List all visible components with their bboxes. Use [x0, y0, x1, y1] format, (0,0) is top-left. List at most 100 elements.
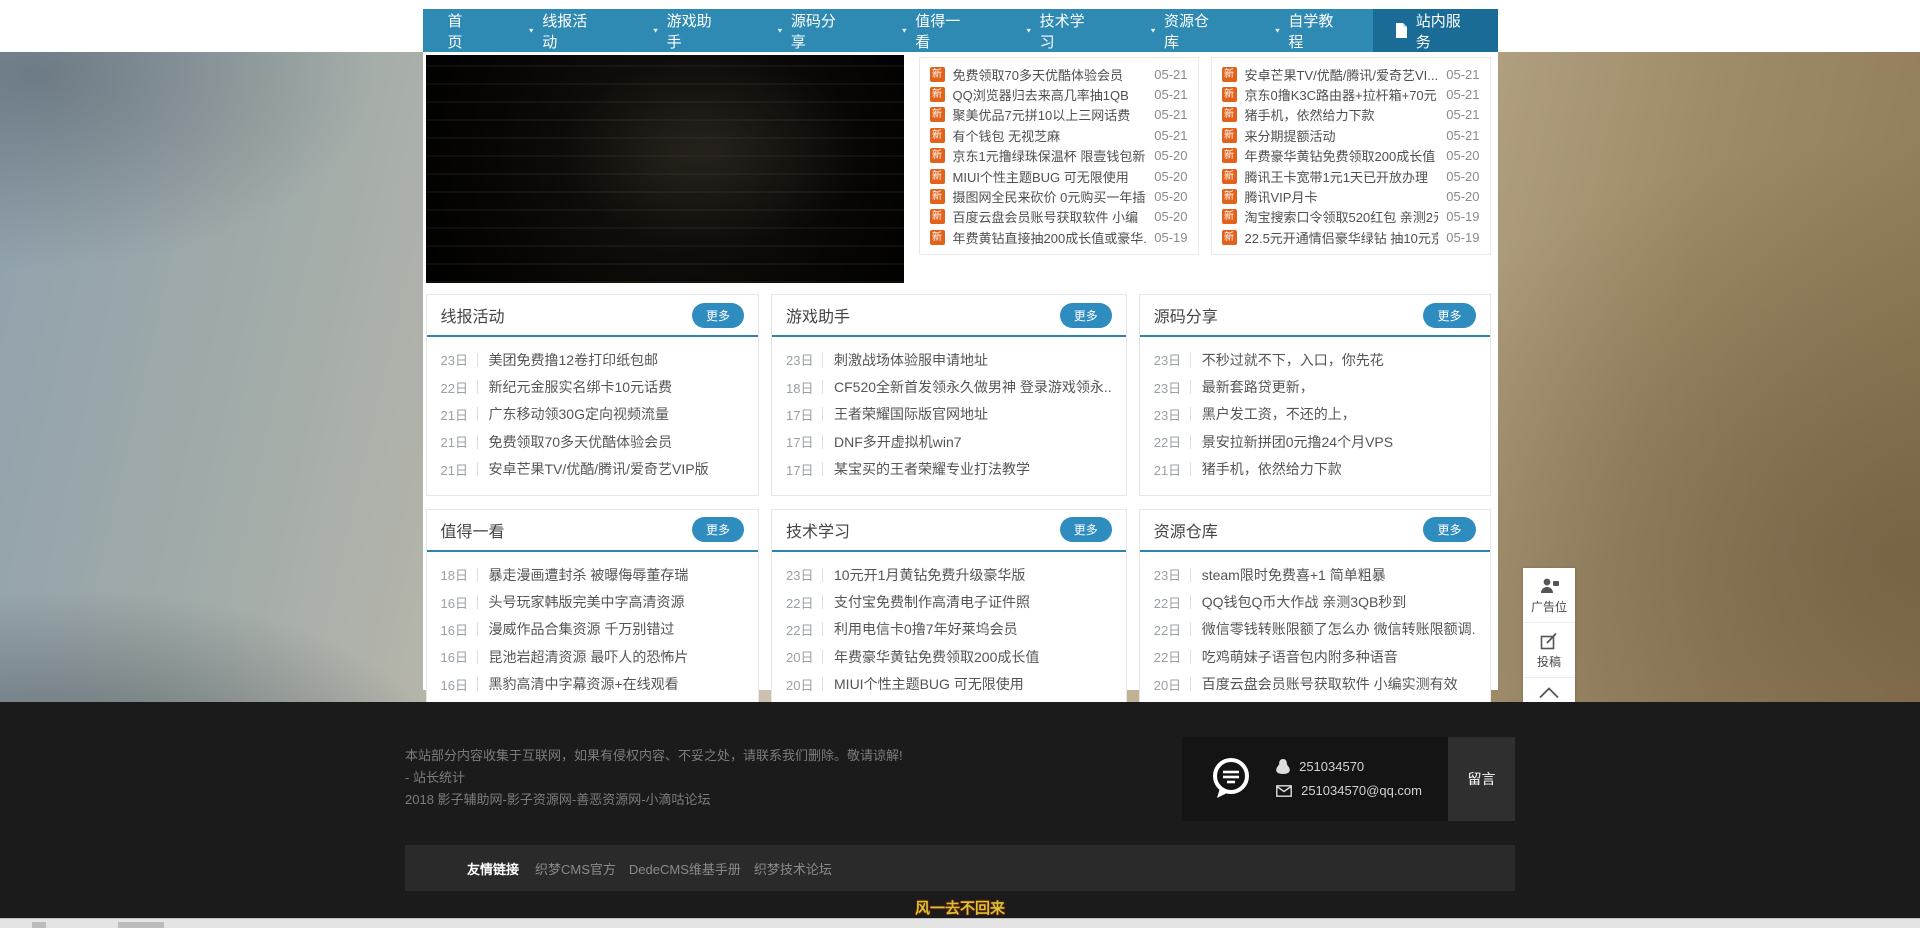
divider — [477, 353, 478, 367]
item-link[interactable]: 黑豹高清中字幕资源+在线观看 — [489, 674, 745, 694]
news-date: 05-21 — [1446, 128, 1479, 143]
news-link[interactable]: 猪手机，依然给力下款 — [1245, 105, 1439, 124]
item-link[interactable]: 免费领取70多天优酷体验会员 — [489, 432, 745, 452]
news-link[interactable]: 来分期提额活动 — [1245, 126, 1439, 145]
new-badge-icon: 新 — [930, 87, 945, 102]
news-link[interactable]: QQ浏览器归去来高几率抽1QB — [953, 85, 1147, 104]
nav-item-0[interactable]: 首页 — [423, 9, 503, 52]
news-item: 新MIUI个性主题BUG 可无限使用05-20 — [930, 166, 1188, 186]
item-link[interactable]: 最新套路贷更新， — [1202, 377, 1476, 397]
news-link[interactable]: 淘宝搜索口令领取520红包 亲测2元 — [1245, 207, 1439, 226]
item-link[interactable]: 王者荣耀国际版官网地址 — [834, 404, 1112, 424]
new-badge-icon: 新 — [930, 230, 945, 245]
item-link[interactable]: steam限时免费喜+1 简单粗暴 — [1202, 565, 1476, 585]
nav-item-3[interactable]: ▼源码分享 — [751, 9, 875, 52]
nav-item-5[interactable]: ▼技术学习 — [1000, 9, 1124, 52]
nav-item-site-service[interactable]: 站内服务 — [1373, 9, 1498, 52]
item-link[interactable]: 黑户发工资，不还的上， — [1202, 404, 1476, 424]
news-link[interactable]: 年费豪华黄钻免费领取200成长值 — [1245, 146, 1439, 165]
more-button[interactable]: 更多 — [1423, 303, 1475, 328]
item-link[interactable]: 漫威作品合集资源 千万别错过 — [489, 619, 745, 639]
news-link[interactable]: MIUI个性主题BUG 可无限使用 — [953, 167, 1147, 186]
nav-item-7[interactable]: ▼自学教程 — [1248, 9, 1372, 52]
email-address[interactable]: 251034570@qq.com — [1301, 779, 1422, 803]
message-button[interactable]: 留言 — [1448, 737, 1515, 821]
divider — [822, 622, 823, 636]
item-link[interactable]: DNF多开虚拟机win7 — [834, 432, 1112, 452]
item-day: 21日 — [1154, 460, 1188, 479]
submit-post-button[interactable]: 投稿 — [1523, 623, 1575, 678]
news-link[interactable]: 腾讯王卡宽带1元1天已开放办理 — [1245, 167, 1439, 186]
list-item: 23日10元开1月黄钻免费升级豪华版 — [786, 561, 1112, 588]
item-link[interactable]: 美团免费撸12卷打印纸包邮 — [489, 350, 745, 370]
item-link[interactable]: 利用电信卡0撸7年好莱坞会员 — [834, 619, 1112, 639]
divider — [822, 677, 823, 691]
news-link[interactable]: 免费领取70多天优酷体验会员 — [953, 65, 1147, 84]
item-link[interactable]: 暴走漫画遭封杀 被曝侮辱董存瑞 — [489, 565, 745, 585]
section-box-2: 源码分享更多23日不秒过就不下，入口，你先花23日最新套路贷更新，23日黑户发工… — [1139, 294, 1491, 496]
news-link[interactable]: 京东1元撸绿珠保温杯 限壹钱包新 — [953, 146, 1147, 165]
more-button[interactable]: 更多 — [1423, 517, 1475, 542]
chat-bubble-icon — [1206, 754, 1256, 804]
news-link[interactable]: 京东0撸K3C路由器+拉杆箱+70元 — [1245, 85, 1439, 104]
item-link[interactable]: 吃鸡萌妹子语音包内附多种语音 — [1202, 647, 1476, 667]
qq-number[interactable]: 251034570 — [1299, 755, 1364, 779]
item-link[interactable]: 景安拉新拼团0元撸24个月VPS — [1202, 432, 1476, 452]
more-button[interactable]: 更多 — [1060, 303, 1112, 328]
item-link[interactable]: 刺激战场体验服申请地址 — [834, 350, 1112, 370]
document-icon — [1395, 23, 1408, 38]
nav-item-1[interactable]: ▼线报活动 — [502, 9, 626, 52]
item-day: 22日 — [1154, 620, 1188, 639]
news-link[interactable]: 腾讯VIP月卡 — [1245, 187, 1439, 206]
section-box-0: 线报活动更多23日美团免费撸12卷打印纸包邮22日新纪元金服实名绑卡10元话费2… — [426, 294, 760, 496]
item-link[interactable]: 支付宝免费制作高清电子证件照 — [834, 592, 1112, 612]
nav-item-4[interactable]: ▼值得一看 — [875, 9, 999, 52]
item-link[interactable]: 头号玩家韩版完美中字高清资源 — [489, 592, 745, 612]
item-link[interactable]: 不秒过就不下，入口，你先花 — [1202, 350, 1476, 370]
new-badge-icon: 新 — [930, 128, 945, 143]
more-button[interactable]: 更多 — [692, 517, 744, 542]
ad-slot-button[interactable]: 广告位 — [1523, 568, 1575, 623]
more-button[interactable]: 更多 — [692, 303, 744, 328]
main-navbar: 首页▼线报活动▼游戏助手▼源码分享▼值得一看▼技术学习▼资源仓库▼自学教程 站内… — [423, 9, 1498, 52]
news-link[interactable]: 百度云盘会员账号获取软件 小编 — [953, 207, 1147, 226]
item-link[interactable]: QQ钱包Q币大作战 亲测3QB秒到 — [1202, 592, 1476, 612]
more-button[interactable]: 更多 — [1060, 517, 1112, 542]
friend-link-dedecms-forum[interactable]: 织梦技术论坛 — [754, 859, 832, 878]
item-link[interactable]: 百度云盘会员账号获取软件 小编实测有效 — [1202, 674, 1476, 694]
item-link[interactable]: 安卓芒果TV/优酷/腾讯/爱奇艺VIP版 — [489, 459, 745, 479]
disclaimer-line-2[interactable]: - 站长统计 — [405, 767, 903, 789]
nav-item-6[interactable]: ▼资源仓库 — [1124, 9, 1248, 52]
news-date: 05-21 — [1154, 128, 1187, 143]
news-link[interactable]: 有个钱包 无视芝麻 — [953, 126, 1147, 145]
friend-link-dedecms-official[interactable]: 织梦CMS官方 — [535, 859, 616, 878]
item-link[interactable]: 某宝买的王者荣耀专业打法教学 — [834, 459, 1112, 479]
contact-lines: 251034570 251034570@qq.com — [1276, 755, 1422, 803]
list-item: 17日某宝买的王者荣耀专业打法教学 — [786, 456, 1112, 483]
news-date: 05-20 — [1154, 189, 1187, 204]
item-link[interactable]: CF520全新首发领永久做男神 登录游戏领永.. — [834, 377, 1112, 397]
item-link[interactable]: 年费豪华黄钻免费领取200成长值 — [834, 647, 1112, 667]
news-item: 新年费黄钻直接抽200成长值或豪华...05-19 — [930, 227, 1188, 247]
news-link[interactable]: 聚美优品7元拼10以上三网话费 — [953, 105, 1147, 124]
nav-item-2[interactable]: ▼游戏助手 — [627, 9, 751, 52]
news-link[interactable]: 安卓芒果TV/优酷/腾讯/爱奇艺VI... — [1245, 65, 1439, 84]
item-link[interactable]: MIUI个性主题BUG 可无限使用 — [834, 674, 1112, 694]
news-link[interactable]: 摄图网全民来砍价 0元购买一年插 — [953, 187, 1147, 206]
item-link[interactable]: 10元开1月黄钻免费升级豪华版 — [834, 565, 1112, 585]
section-list: 23日美团免费撸12卷打印纸包邮22日新纪元金服实名绑卡10元话费21日广东移动… — [427, 337, 759, 495]
list-item: 22日新纪元金服实名绑卡10元话费 — [441, 373, 745, 400]
item-link[interactable]: 广东移动领30G定向视频流量 — [489, 404, 745, 424]
item-link[interactable]: 微信零钱转账限额了怎么办 微信转账限额调. — [1202, 619, 1476, 639]
news-link[interactable]: 22.5元开通情侣豪华绿钻 抽10元京 — [1245, 228, 1439, 247]
nav-item-label: 技术学习 — [1040, 10, 1099, 52]
item-link[interactable]: 昆池岩超清资源 最吓人的恐怖片 — [489, 647, 745, 667]
news-link[interactable]: 年费黄钻直接抽200成长值或豪华... — [953, 228, 1147, 247]
item-link[interactable]: 猪手机，依然给力下款 — [1202, 459, 1476, 479]
new-badge-icon: 新 — [1222, 67, 1237, 82]
news-item: 新聚美优品7元拼10以上三网话费05-21 — [930, 105, 1188, 125]
item-link[interactable]: 新纪元金服实名绑卡10元话费 — [489, 377, 745, 397]
news-item: 新腾讯王卡宽带1元1天已开放办理05-20 — [1222, 166, 1480, 186]
friend-link-dedecms-wiki[interactable]: DedeCMS维基手册 — [629, 859, 741, 878]
hero-image[interactable] — [426, 55, 904, 283]
